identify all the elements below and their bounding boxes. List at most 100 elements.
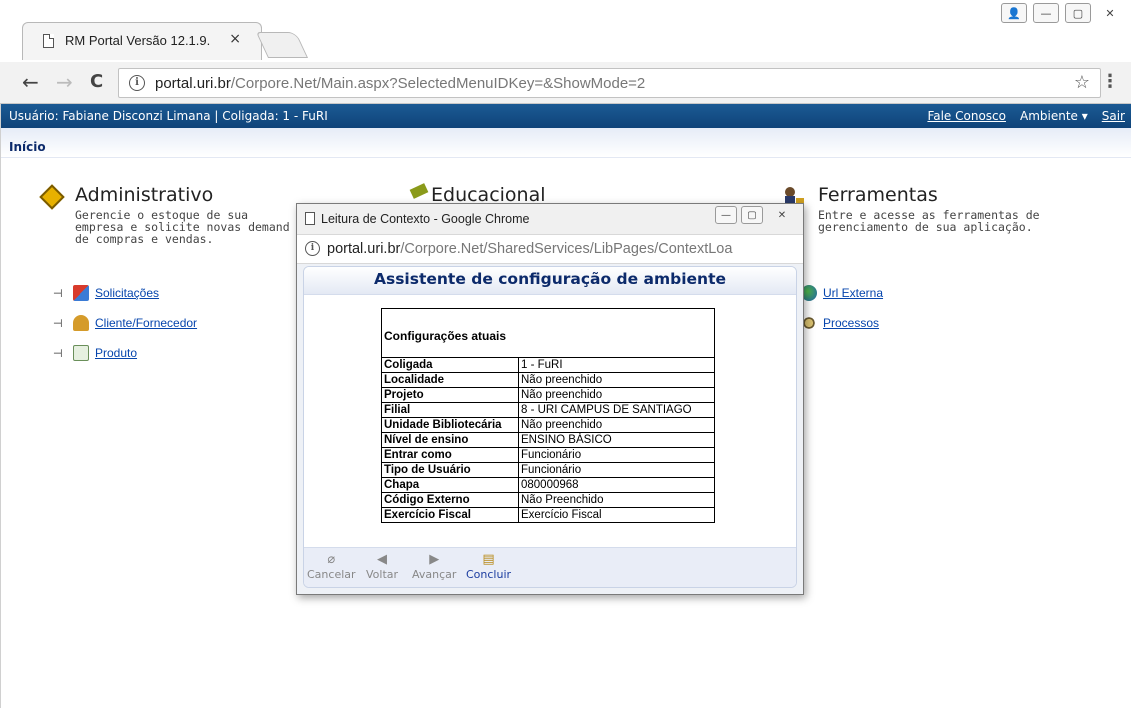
education-module-icon bbox=[409, 183, 429, 199]
solicitacoes-link[interactable]: Solicitações bbox=[95, 286, 159, 300]
user-info: Usuário: Fabiane Disconzi Limana | Colig… bbox=[9, 109, 328, 123]
popup-address-bar[interactable]: i portal.uri.br/Corpore.Net/SharedServic… bbox=[297, 234, 803, 264]
address-bar[interactable]: i portal.uri.br/Corpore.Net/Main.aspx?Se… bbox=[118, 68, 1101, 98]
config-key: Filial bbox=[381, 402, 519, 418]
config-value: Funcionário bbox=[518, 462, 715, 478]
list-item-produto[interactable]: ⊣ Produto bbox=[53, 345, 137, 361]
forward-button[interactable]: → bbox=[56, 70, 73, 94]
table-row: Nível de ensino ENSINO BÁSICO bbox=[381, 432, 715, 448]
next-icon: ▶ bbox=[429, 552, 440, 567]
site-info-icon[interactable]: i bbox=[129, 75, 145, 91]
popup-minimize-button[interactable]: — bbox=[715, 206, 737, 224]
popup-maximize-button[interactable]: ▢ bbox=[741, 206, 763, 224]
back-button[interactable]: ◀ Voltar bbox=[366, 552, 398, 581]
popup-close-button[interactable]: ✕ bbox=[767, 206, 797, 224]
breadcrumb: Início bbox=[1, 128, 1131, 158]
url-path: /Corpore.Net/SharedServices/LibPages/Con… bbox=[400, 241, 733, 257]
page-icon bbox=[43, 34, 54, 48]
wizard-heading: Assistente de configuração de ambiente bbox=[304, 267, 796, 295]
browser-chrome: RM Portal Versão 12.1.9. × 👤 — ▢ ✕ ← → C… bbox=[0, 0, 1131, 104]
profile-icon[interactable]: 👤 bbox=[1001, 3, 1027, 23]
tab-close-button[interactable]: × bbox=[229, 31, 241, 47]
config-value: 8 - URI CAMPUS DE SANTIAGO bbox=[518, 402, 715, 418]
close-window-button[interactable]: ✕ bbox=[1097, 3, 1123, 23]
back-icon: ◀ bbox=[377, 552, 388, 567]
config-key: Exercício Fiscal bbox=[381, 507, 519, 523]
environment-menu[interactable]: Ambiente ▾ bbox=[1020, 109, 1088, 123]
table-row: Unidade Bibliotecária Não preenchido bbox=[381, 417, 715, 433]
url-path: /Corpore.Net/Main.aspx?SelectedMenuIDKey… bbox=[230, 75, 646, 92]
popup-titlebar[interactable]: Leitura de Contexto - Google Chrome — ▢ … bbox=[297, 204, 803, 234]
close-icon: ✕ bbox=[777, 209, 787, 221]
list-item-cliente-fornecedor[interactable]: ⊣ Cliente/Fornecedor bbox=[53, 315, 197, 331]
config-value: Não preenchido bbox=[518, 387, 715, 403]
supplier-icon bbox=[73, 315, 89, 331]
url-host: portal.uri.br bbox=[155, 75, 231, 92]
address-url[interactable]: portal.uri.br/Corpore.Net/Main.aspx?Sele… bbox=[155, 75, 645, 92]
wizard-panel: Assistente de configuração de ambiente C… bbox=[303, 266, 797, 588]
popup-window-controls: — ▢ ✕ bbox=[715, 206, 797, 224]
contact-link[interactable]: Fale Conosco bbox=[927, 109, 1006, 123]
maximize-button[interactable]: ▢ bbox=[1065, 3, 1091, 23]
config-key: Código Externo bbox=[381, 492, 519, 508]
config-value: Exercício Fiscal bbox=[518, 507, 715, 523]
table-row: Localidade Não preenchido bbox=[381, 372, 715, 388]
processos-link[interactable]: Processos bbox=[823, 316, 879, 330]
config-value: Não preenchido bbox=[518, 372, 715, 388]
cancel-button[interactable]: ⌀ Cancelar bbox=[307, 552, 356, 581]
config-key: Localidade bbox=[381, 372, 519, 388]
breadcrumb-home[interactable]: Início bbox=[9, 140, 46, 154]
new-tab-button[interactable] bbox=[255, 32, 309, 58]
browser-tab[interactable]: RM Portal Versão 12.1.9. × bbox=[22, 22, 262, 60]
config-value: 080000968 bbox=[518, 477, 715, 493]
requests-icon bbox=[73, 285, 89, 301]
cliente-fornecedor-link[interactable]: Cliente/Fornecedor bbox=[95, 316, 197, 330]
config-value: ENSINO BÁSICO bbox=[518, 432, 715, 448]
finish-icon: ▤ bbox=[482, 552, 495, 567]
table-row: Entrar como Funcionário bbox=[381, 447, 715, 463]
wizard-button-bar: ⌀ Cancelar ◀ Voltar ▶ Avançar ▤ Concluir bbox=[304, 547, 796, 587]
user-bar: Usuário: Fabiane Disconzi Limana | Colig… bbox=[1, 104, 1131, 128]
back-button[interactable]: ← bbox=[22, 70, 39, 94]
logout-link[interactable]: Sair bbox=[1102, 109, 1125, 123]
config-key: Nível de ensino bbox=[381, 432, 519, 448]
tools-module-title[interactable]: Ferramentas bbox=[818, 184, 938, 206]
popup-url: portal.uri.br/Corpore.Net/SharedServices… bbox=[327, 241, 732, 257]
url-externa-link[interactable]: Url Externa bbox=[823, 286, 883, 300]
tab-strip: RM Portal Versão 12.1.9. × 👤 — ▢ ✕ bbox=[0, 0, 1131, 62]
table-row: Exercício Fiscal Exercício Fiscal bbox=[381, 507, 715, 523]
maximize-icon: ▢ bbox=[747, 209, 757, 221]
config-key: Coligada bbox=[381, 357, 519, 373]
pin-icon: ⊣ bbox=[53, 287, 63, 300]
list-item-processos[interactable]: Processos bbox=[801, 315, 879, 331]
browser-menu-icon[interactable]: ⋮ bbox=[1101, 71, 1119, 92]
config-key: Entrar como bbox=[381, 447, 519, 463]
table-row: Código Externo Não Preenchido bbox=[381, 492, 715, 508]
minimize-button[interactable]: — bbox=[1033, 3, 1059, 23]
config-value: Funcionário bbox=[518, 447, 715, 463]
admin-module-icon bbox=[35, 184, 69, 212]
next-label: Avançar bbox=[412, 568, 457, 581]
list-item-solicitacoes[interactable]: ⊣ Solicitações bbox=[53, 285, 159, 301]
list-item-url-externa[interactable]: Url Externa bbox=[801, 285, 883, 301]
minimize-icon: — bbox=[1040, 6, 1052, 20]
config-value: Não Preenchido bbox=[518, 492, 715, 508]
table-heading: Configurações atuais bbox=[381, 308, 715, 358]
config-value: 1 - FuRI bbox=[518, 357, 715, 373]
produto-link[interactable]: Produto bbox=[95, 346, 137, 360]
product-icon bbox=[73, 345, 89, 361]
table-row: Filial 8 - URI CAMPUS DE SANTIAGO bbox=[381, 402, 715, 418]
reload-button[interactable]: C bbox=[90, 71, 103, 92]
next-button[interactable]: ▶ Avançar bbox=[412, 552, 456, 581]
popup-title: Leitura de Contexto - Google Chrome bbox=[321, 212, 530, 226]
page-icon bbox=[305, 212, 315, 225]
minimize-icon: — bbox=[721, 209, 731, 221]
finish-label: Concluir bbox=[466, 568, 512, 581]
config-value: Não preenchido bbox=[518, 417, 715, 433]
admin-module-title[interactable]: Administrativo bbox=[75, 184, 213, 206]
bookmark-star-icon[interactable]: ☆ bbox=[1074, 72, 1090, 93]
tab-title: RM Portal Versão 12.1.9. bbox=[65, 33, 211, 48]
finish-button[interactable]: ▤ Concluir bbox=[466, 552, 511, 581]
url-host: portal.uri.br bbox=[327, 241, 401, 257]
site-info-icon[interactable]: i bbox=[305, 241, 320, 256]
